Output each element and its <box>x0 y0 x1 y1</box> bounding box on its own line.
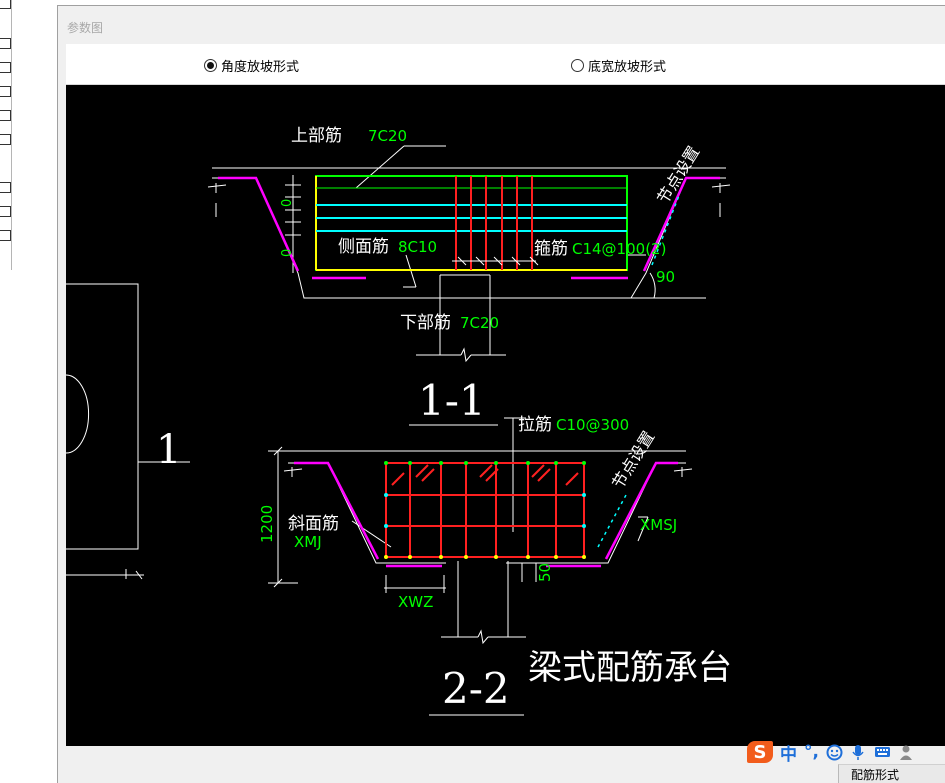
s11-dim-b: 0 <box>280 249 295 257</box>
left-panel-cell <box>0 134 11 145</box>
s11-section-label: 1-1 <box>418 376 486 425</box>
sogou-logo-icon[interactable]: S <box>747 741 773 763</box>
radio-angle-slope[interactable]: 角度放坡形式 <box>204 57 300 75</box>
left-panel-cell <box>0 206 11 217</box>
s11-dim-a: 0 <box>280 199 295 207</box>
radio-angle-slope-label: 角度放坡形式 <box>221 59 300 75</box>
radio-selected-icon <box>204 58 217 72</box>
s11-angle: 90 <box>656 268 675 286</box>
keyboard-icon[interactable] <box>874 744 891 761</box>
left-panel-cell <box>0 182 11 193</box>
s22-xwz: XWZ <box>398 593 433 611</box>
radio-bottom-width-slope[interactable]: 底宽放坡形式 <box>571 57 667 75</box>
left-panel-cell <box>0 38 11 49</box>
s22-height: 1200 <box>258 505 276 543</box>
s11-stirrup-label: 箍筋 <box>534 239 568 259</box>
slope-option-bar: 角度放坡形式 底宽放坡形式 <box>66 44 945 85</box>
ime-toolbar[interactable]: S 中 °, <box>747 739 945 765</box>
cad-drawing-canvas: 1 上部筋 7C20 侧面筋 8C10 箍筋 C14@100(2) 下部筋 7C… <box>66 85 945 746</box>
s22-slope-label: 斜面筋 <box>288 514 339 534</box>
s11-bottom-value: 7C20 <box>460 314 499 332</box>
left-panel-cell <box>0 62 11 73</box>
s11-bottom-label: 下部筋 <box>400 313 451 333</box>
emoji-icon[interactable] <box>826 744 843 761</box>
s11-side-label: 侧面筋 <box>338 237 389 257</box>
ime-punctuation-toggle[interactable]: °, <box>804 742 819 762</box>
s11-top-value: 7C20 <box>368 127 407 145</box>
ime-language-toggle[interactable]: 中 <box>780 740 797 765</box>
user-icon[interactable] <box>898 744 915 761</box>
left-panel-edge <box>0 0 12 270</box>
s11-stirrup-value: C14@100(2) <box>572 240 666 258</box>
radio-bottom-width-slope-label: 底宽放坡形式 <box>588 59 667 75</box>
reinforcement-form-tab[interactable]: 配筋形式 <box>838 764 945 783</box>
radio-unselected-icon <box>571 58 584 72</box>
s11-top-label: 上部筋 <box>291 126 342 146</box>
s22-tie-label: 拉筋 <box>518 415 552 435</box>
left-panel-cell <box>0 110 11 121</box>
s11-side-value: 8C10 <box>398 238 437 256</box>
dialog-title: 参数图 <box>67 21 104 35</box>
s22-tie-value: C10@300 <box>556 416 629 434</box>
left-panel-cell <box>0 0 11 9</box>
s22-section-label: 2-2 <box>442 664 510 713</box>
left-panel-cell <box>0 86 11 97</box>
s22-dim-50: 50 <box>536 563 554 582</box>
section-1-1: 上部筋 7C20 侧面筋 8C10 箍筋 C14@100(2) 下部筋 7C20… <box>207 126 731 426</box>
left-panel-cell <box>0 230 11 241</box>
s22-node-label: 节点设置 <box>608 428 658 492</box>
plan-section-label: 1 <box>156 427 181 473</box>
s22-xmsj: XMSJ <box>640 516 677 534</box>
s22-slope-value: XMJ <box>294 533 322 551</box>
drawing-caption: 梁式配筋承台 <box>528 648 732 688</box>
microphone-icon[interactable] <box>850 744 867 761</box>
parameter-dialog: 参数图 角度放坡形式 底宽放坡形式 1 上部筋 7C20 侧面筋 8C10 箍筋… <box>57 5 945 783</box>
